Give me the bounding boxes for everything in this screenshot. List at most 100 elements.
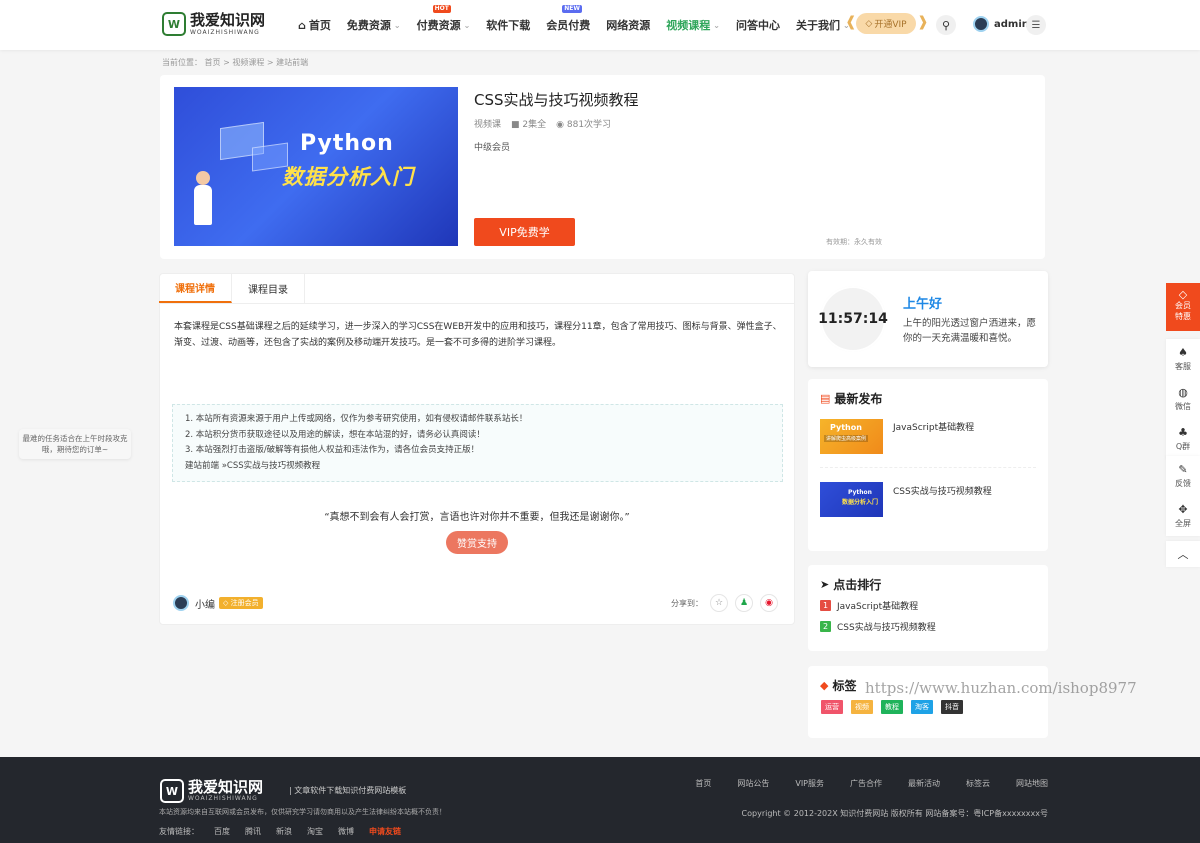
tool-group: ✎ 反馈 ✥ 全屏 [1166,456,1200,536]
wechat-icon: ◍ [1178,386,1188,399]
friend-link[interactable]: 腾讯 [245,826,261,837]
open-vip-label: 开通VIP [874,20,907,30]
cover-title: Python [300,131,394,156]
vip-wing-icon: ❰ [845,14,857,30]
vip-learn-button[interactable]: VIP免费学 [474,218,575,246]
vip-promo-button[interactable]: ◇ 会员特惠 [1166,283,1200,331]
friend-links: 友情链接： 百度 腾讯 新浪 淘宝 微博 申请友链 [159,826,401,837]
nav-item[interactable]: 问答中心 [736,17,780,33]
expand-icon: ✥ [1178,503,1188,516]
tag-chip[interactable]: 淘客 [911,700,933,714]
footer-logo[interactable]: W 我爱知识网 WOAIZHISHIWANG [160,779,263,803]
footer-link[interactable]: 最新活动 [908,778,940,789]
reward-button[interactable]: 赞赏支持 [446,531,508,554]
course-type: 视频课 [474,120,502,130]
weibo-share-icon[interactable]: ◉ [760,594,778,612]
tag-chip[interactable]: 抖音 [941,700,963,714]
author-info: 小编 ◇ 注册会员 [173,595,263,611]
share-bar: 分享到： ☆ ♟ ◉ [671,594,778,612]
notice-line: 2. 本站积分货币获取途径以及用途的解读，想在本站混的好，请务必认真阅读！ [185,429,485,440]
greeting-text: 上午的阳光透过窗户洒进来，愿你的一天充满温暖和喜悦。 [903,318,1037,344]
friend-link[interactable]: 微博 [338,826,354,837]
nav-badge: NEW [562,5,583,13]
rank-item[interactable]: 2 CSS实战与技巧视频教程 [820,620,936,633]
logo-mark: W [162,12,186,36]
contact-group: ♠ 客服 ◍ 微信 ♣ Q群 [1166,339,1200,459]
course-tabs: 课程详情 课程目录 [159,273,795,304]
latest-title: ▤ 最新发布 [820,392,883,406]
nav-item[interactable]: 免费资源 ⌄ [347,17,401,33]
watermark: https://www.huzhan.com/ishop8977 [865,679,1137,697]
video-icon: ■ [511,120,520,130]
author-name[interactable]: 小编 [195,596,215,611]
nav-item-label: 首页 [308,19,331,32]
nav-item-label: 问答中心 [735,19,780,32]
latest-item-label[interactable]: JavaScript基础教程 [893,420,974,433]
nav-item[interactable]: ⌂ 首页 [298,17,331,33]
latest-thumb[interactable]: Python 讲解爬虫高级案例 [820,419,883,454]
friend-link[interactable]: 百度 [214,826,230,837]
tab-course-detail[interactable]: 课程详情 [159,273,232,303]
friend-link[interactable]: 新浪 [276,826,292,837]
footer-link[interactable]: 广告合作 [850,778,882,789]
logo-text: 我爱知识网 [190,10,266,29]
rank-item[interactable]: 1 JavaScript基础教程 [820,599,918,612]
nav-item[interactable]: 关于我们 ⌄ [796,17,850,33]
tag-chip[interactable]: 视频 [851,700,873,714]
footer-logo-subtext: WOAIZHISHIWANG [188,795,258,802]
nav-item-label: 网络资源 [606,19,651,32]
rank-label: JavaScript基础教程 [837,602,919,612]
course-title: CSS实战与技巧视频教程 [474,91,639,109]
diamond-icon: ◇ [1178,288,1188,301]
nav-item[interactable]: 视频课程 ⌄ [666,17,720,33]
breadcrumb: 当前位置： 首页 > 视频课程 > 建站前端 [162,58,309,67]
nav-item[interactable]: 付费资源 ⌄ HOT [416,5,470,33]
share-label: 分享到： [671,598,703,608]
wechat-button[interactable]: ◍ 微信 [1166,379,1200,419]
nav-item[interactable]: 网络资源 [606,17,650,33]
qq-share-icon[interactable]: ♟ [735,594,753,612]
tags-title: ◆ 标签 [820,679,857,693]
author-badge: ◇ 注册会员 [219,597,263,609]
nav-item[interactable]: 软件下载 [486,17,530,33]
course-views: ◉ 881次学习 [556,120,612,130]
footer-link[interactable]: 标签云 [966,778,990,789]
home-icon: ⌂ [298,18,306,32]
vip-wing-icon: ❱ [917,14,929,30]
nav-item-label: 付费资源 [416,19,461,32]
footer-link[interactable]: VIP服务 [795,778,824,789]
footer-link[interactable]: 首页 [695,778,711,789]
author-avatar[interactable] [173,595,189,611]
feedback-button[interactable]: ✎ 反馈 [1166,456,1200,496]
apply-friend-link[interactable]: 申请友链 [369,826,401,837]
tab-course-catalog[interactable]: 课程目录 [232,273,305,303]
friend-link[interactable]: 淘宝 [307,826,323,837]
footer-link[interactable]: 网站地图 [1016,778,1048,789]
nav-item[interactable]: 会员付费 NEW [546,5,590,33]
tag-chip[interactable]: 教程 [881,700,903,714]
reward-quote: “真想不到会有人会打赏，言语也许对你并不重要，但我还是谢谢你。” [324,512,630,523]
open-vip-button[interactable]: ◇ 开通VIP [856,13,916,34]
group-icon: ♣ [1178,426,1188,439]
document-icon: ▤ [820,392,831,405]
diamond-icon: ◇ [865,18,873,29]
fullscreen-button[interactable]: ✥ 全屏 [1166,496,1200,536]
tag-chip[interactable]: 运营 [821,700,843,714]
qq-group-button[interactable]: ♣ Q群 [1166,419,1200,459]
latest-item-label[interactable]: CSS实战与技巧视频教程 [893,484,992,497]
favorite-star-icon[interactable]: ☆ [710,594,728,612]
main-nav: ⌂ 首页 免费资源 ⌄ 付费资源 ⌄ HOT 软件下载 会员付费 NEW 网络资源 视频课程 ⌄ 问答中心… [290,0,858,50]
notice-link[interactable]: 建站前端 »CSS实战与技巧视频教程 [185,459,770,475]
float-tip: 最难的任务适合在上午时段攻克哦，期待您的订单~ [19,429,131,459]
back-to-top-button[interactable]: ︿ [1166,541,1200,567]
menu-button[interactable]: ☰ [1026,15,1046,35]
search-button[interactable]: ⚲ [936,15,956,35]
footer-link[interactable]: 网站公告 [737,778,769,789]
service-button[interactable]: ♠ 客服 [1166,339,1200,379]
latest-thumb[interactable]: Python 数据分析入门 [820,482,883,517]
site-logo[interactable]: W 我爱知识网 WOAIZHISHIWANG [162,12,265,36]
clock: 11:57:14 [818,286,888,352]
course-meta: 视频课 ■ 2集全 ◉ 881次学习 [474,117,611,130]
friend-links-label: 友情链接： [159,827,199,836]
user-menu[interactable]: admin [973,16,1029,32]
